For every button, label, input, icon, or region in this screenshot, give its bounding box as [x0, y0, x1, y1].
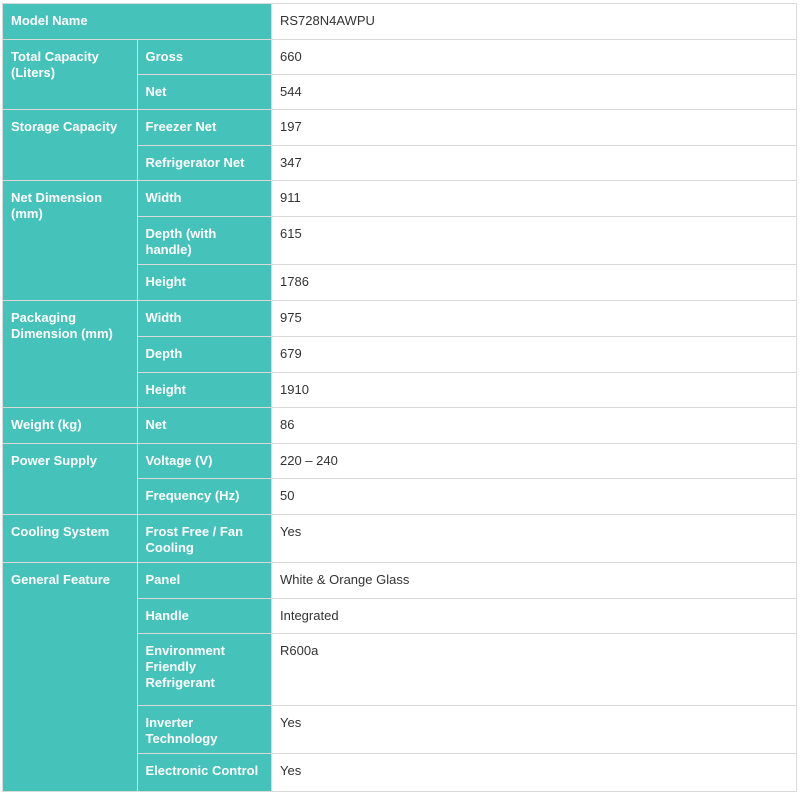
spec-value: R600a [271, 633, 797, 706]
table-row: Net Dimension (mm) Width 911 [2, 180, 797, 301]
spec-value: Integrated [271, 598, 797, 634]
category-cell: General Feature [2, 562, 138, 792]
spec-label: Handle [136, 598, 272, 634]
spec-label: Panel [136, 562, 272, 599]
category-cell: Power Supply [2, 443, 138, 515]
table-row: Power Supply Voltage (V) 220 – 240 [2, 443, 797, 515]
table-row: Packaging Dimension (mm) Width 975 [2, 300, 797, 408]
spec-label: Gross [136, 39, 272, 75]
spec-value: Yes [271, 705, 797, 754]
spec-label: Inverter Technology [136, 705, 272, 754]
category-cell: Cooling System [2, 514, 138, 563]
spec-label: Frequency (Hz) [136, 478, 272, 515]
model-name-label: Model Name [2, 3, 272, 40]
spec-value: 660 [271, 39, 797, 75]
spec-value: 1910 [271, 372, 797, 408]
table-row: Cooling System Frost Free / Fan Cooling … [2, 514, 797, 563]
category-cell: Total Capacity (Liters) [2, 39, 138, 110]
spec-label: Net [136, 407, 272, 444]
table-row-model-name: Model Name RS728N4AWPU [2, 3, 797, 40]
spec-value: 50 [271, 478, 797, 515]
table-row: General Feature Panel White & Orange Gla… [2, 562, 797, 792]
table-row: Total Capacity (Liters) Gross 660 [2, 39, 797, 110]
spec-value: 615 [271, 216, 797, 265]
spec-value: White & Orange Glass [271, 562, 797, 599]
spec-value: 220 – 240 [271, 443, 797, 479]
spec-label: Voltage (V) [136, 443, 272, 479]
spec-label: Environment Friendly Refrigerant [136, 633, 272, 706]
spec-value: Yes [271, 514, 797, 563]
category-cell: Weight (kg) [2, 407, 138, 444]
spec-label: Electronic Control [136, 753, 272, 792]
spec-value: Yes [271, 753, 797, 792]
spec-label: Depth [136, 336, 272, 373]
spec-label: Net [136, 74, 272, 110]
spec-label: Width [136, 300, 272, 337]
spec-value: 86 [271, 407, 797, 444]
spec-value: 544 [271, 74, 797, 110]
spec-label: Refrigerator Net [136, 145, 272, 181]
category-cell: Packaging Dimension (mm) [2, 300, 138, 408]
spec-label: Height [136, 372, 272, 408]
spec-value: 1786 [271, 264, 797, 301]
table-row: Weight (kg) Net 86 [2, 407, 797, 444]
spec-table: Model Name RS728N4AWPU Total Capacity (L… [2, 3, 797, 792]
spec-label: Depth (with handle) [136, 216, 272, 265]
category-cell: Net Dimension (mm) [2, 180, 138, 301]
model-name-value: RS728N4AWPU [271, 3, 797, 40]
spec-label: Height [136, 264, 272, 301]
spec-value: 911 [271, 180, 797, 217]
spec-value: 975 [271, 300, 797, 337]
spec-value: 197 [271, 109, 797, 146]
spec-value: 679 [271, 336, 797, 373]
table-row: Storage Capacity Freezer Net 197 [2, 109, 797, 181]
spec-label: Width [136, 180, 272, 217]
spec-label: Frost Free / Fan Cooling [136, 514, 272, 563]
spec-value: 347 [271, 145, 797, 181]
spec-label: Freezer Net [136, 109, 272, 146]
category-cell: Storage Capacity [2, 109, 138, 181]
